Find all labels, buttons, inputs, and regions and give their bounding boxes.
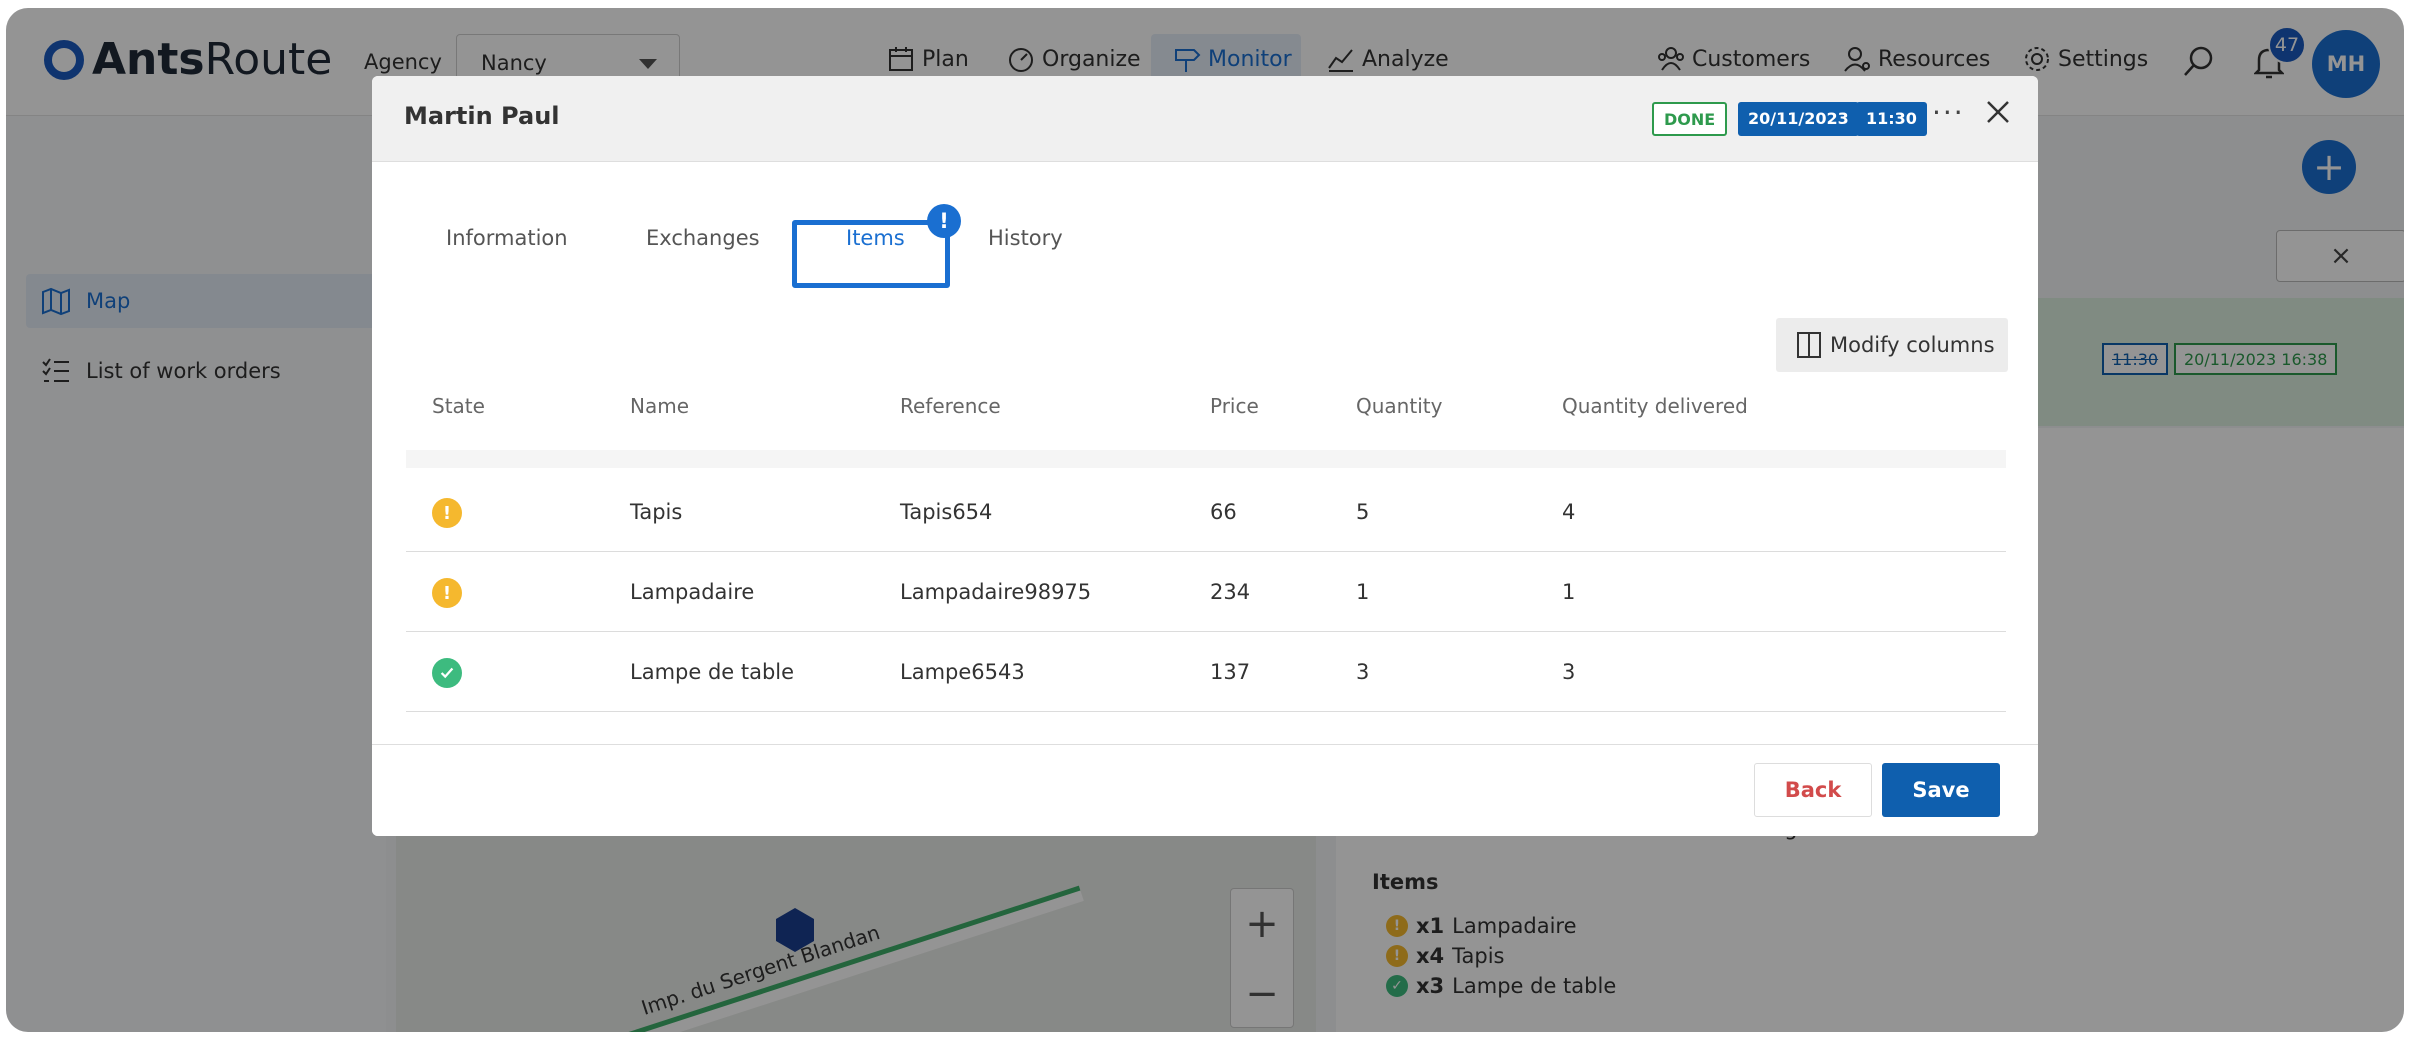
cell-quantity-delivered: 4 <box>1562 500 1576 524</box>
cell-quantity: 1 <box>1356 580 1370 604</box>
cell-name: Lampe de table <box>630 660 795 684</box>
cell-quantity: 5 <box>1356 500 1370 524</box>
warning-icon: ! <box>432 578 462 608</box>
cell-price: 234 <box>1210 580 1251 604</box>
column-header-quantity-delivered[interactable]: Quantity delivered <box>1562 394 1748 418</box>
modal-header: Martin Paul DONE 20/11/2023 11:30 ··· <box>372 76 2038 162</box>
items-alert-badge: ! <box>927 204 961 238</box>
app-window: Ants Route Agency Nancy Plan Organize Mon… <box>6 8 2404 1032</box>
column-header-price[interactable]: Price <box>1210 394 1259 418</box>
tab-history[interactable]: History <box>988 226 1063 250</box>
cell-reference: Lampe6543 <box>900 660 1025 684</box>
cell-price: 66 <box>1210 500 1237 524</box>
modify-columns-label: Modify columns <box>1830 333 1995 357</box>
close-icon[interactable] <box>1982 96 2014 128</box>
back-button[interactable]: Back <box>1754 763 1872 817</box>
status-badge: DONE <box>1652 102 1728 136</box>
column-header-name[interactable]: Name <box>630 394 689 418</box>
cell-price: 137 <box>1210 660 1251 684</box>
time-badge: 11:30 <box>1856 102 1927 136</box>
check-circle-icon <box>432 658 462 688</box>
cell-name: Tapis <box>630 500 683 524</box>
table-header-divider <box>406 450 2006 468</box>
tab-information[interactable]: Information <box>446 226 568 250</box>
columns-icon <box>1797 332 1821 358</box>
table-row[interactable]: ! Tapis Tapis654 66 5 4 <box>406 472 2006 552</box>
table-row[interactable]: Lampe de table Lampe6543 137 3 3 <box>406 632 2006 712</box>
cell-reference: Tapis654 <box>900 500 993 524</box>
tab-exchanges[interactable]: Exchanges <box>646 226 760 250</box>
modal-title: Martin Paul <box>404 102 560 130</box>
more-options-icon[interactable]: ··· <box>1932 96 1965 129</box>
table-row[interactable]: ! Lampadaire Lampadaire98975 234 1 1 <box>406 552 2006 632</box>
cell-reference: Lampadaire98975 <box>900 580 1092 604</box>
modify-columns-button[interactable]: Modify columns <box>1776 318 2008 372</box>
save-button[interactable]: Save <box>1882 763 2000 817</box>
cell-quantity-delivered: 3 <box>1562 660 1576 684</box>
date-badge: 20/11/2023 <box>1738 102 1859 136</box>
work-order-modal: Martin Paul DONE 20/11/2023 11:30 ··· In… <box>372 76 2038 836</box>
column-header-reference[interactable]: Reference <box>900 394 1001 418</box>
tab-items[interactable]: Items <box>846 226 905 250</box>
column-header-state[interactable]: State <box>432 394 485 418</box>
cell-quantity-delivered: 1 <box>1562 580 1576 604</box>
modal-footer: Back Save <box>372 744 2038 836</box>
cell-quantity: 3 <box>1356 660 1370 684</box>
cell-name: Lampadaire <box>630 580 755 604</box>
column-header-quantity[interactable]: Quantity <box>1356 394 1442 418</box>
warning-icon: ! <box>432 498 462 528</box>
